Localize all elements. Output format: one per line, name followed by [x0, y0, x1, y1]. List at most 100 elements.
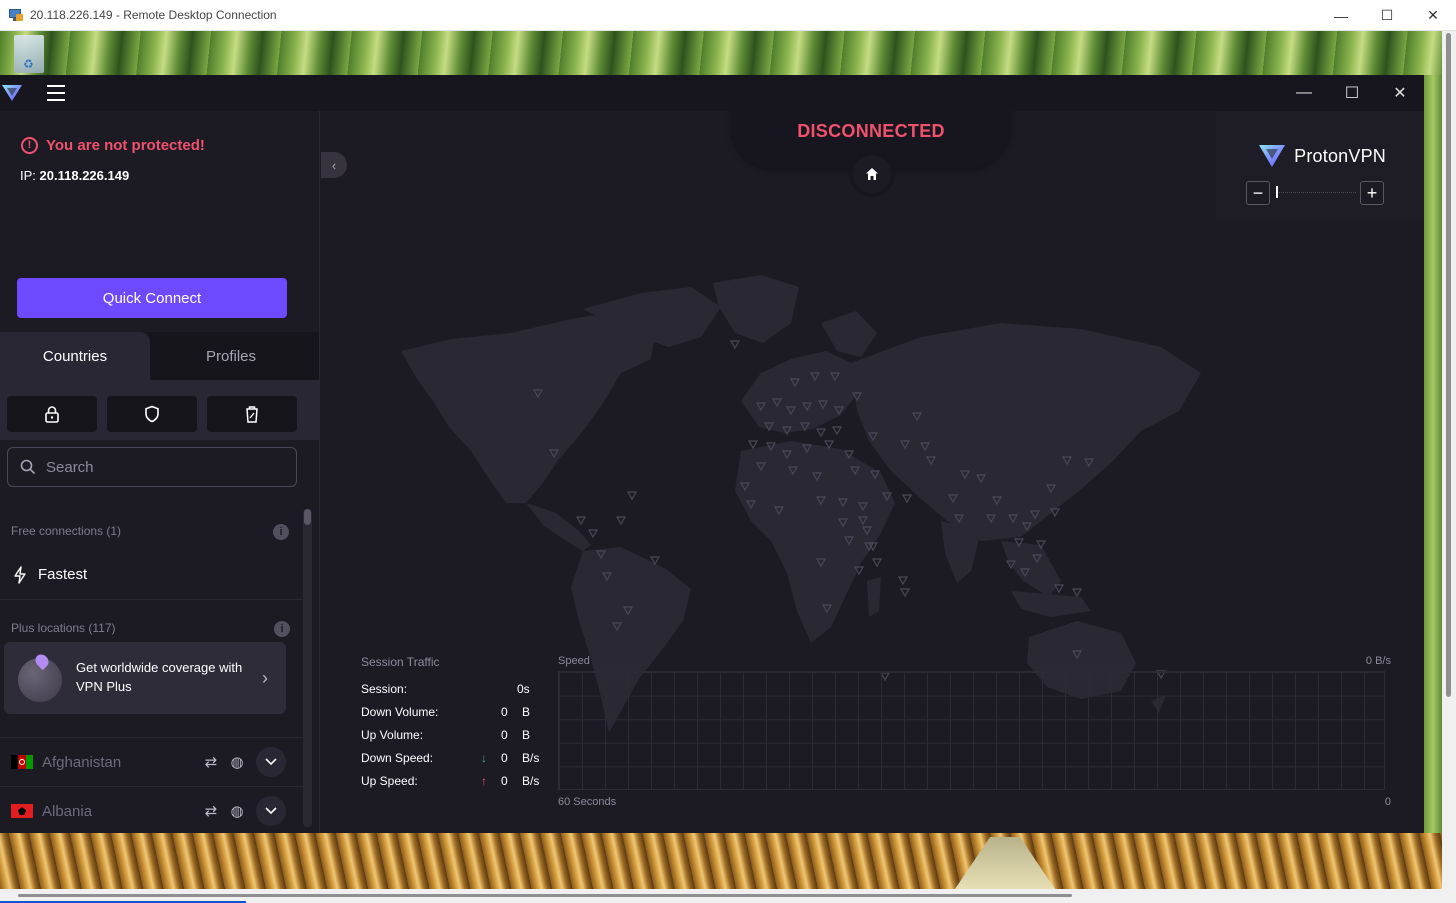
rdp-maximize-button[interactable]: ☐ [1364, 0, 1410, 31]
country-list: Free connections (1) i Fastest Plus loca… [0, 506, 319, 833]
traffic-label: Down Speed: [361, 751, 434, 765]
traffic-label: Up Speed: [361, 774, 418, 788]
wallpaper-bamboo [0, 31, 1442, 75]
traffic-value: 0 [501, 705, 508, 719]
rdp-minimize-button[interactable]: — [1318, 0, 1364, 31]
remote-desktop-icon [9, 8, 23, 22]
fastest-label: Fastest [38, 566, 88, 583]
traffic-unit: B/s [522, 751, 540, 765]
zoom-in-button[interactable]: + [1360, 181, 1384, 205]
wallpaper-grass [0, 833, 1442, 889]
trash-icon [246, 406, 258, 423]
sidebar: ! You are not protected! IP: 20.118.226.… [0, 111, 320, 833]
speed-chart-label: Speed [558, 655, 590, 667]
app-minimize-button[interactable]: — [1280, 75, 1328, 111]
protonvpn-window: — ☐ ✕ ! You are not protected! IP: 20.11… [0, 75, 1424, 833]
tor-globe-icon: ◍ [230, 803, 244, 820]
home-button[interactable] [849, 151, 895, 197]
app-close-button[interactable]: ✕ [1376, 75, 1424, 111]
secure-core-filter-button[interactable] [7, 396, 97, 432]
collapse-sidebar-button[interactable]: ‹ [321, 152, 347, 178]
warning-text: You are not protected! [46, 137, 205, 154]
ip-address: IP: 20.118.226.149 [20, 168, 129, 183]
quick-connect-button[interactable]: Quick Connect [17, 278, 287, 318]
session-traffic-title: Session Traffic [361, 655, 440, 669]
app-titlebar: — ☐ ✕ [0, 75, 1424, 111]
country-name: Afghanistan [42, 753, 122, 771]
rdp-titlebar: 20.118.226.149 - Remote Desktop Connecti… [0, 0, 1456, 31]
arrow-down-icon: ↓ [481, 751, 487, 765]
connection-status: DISCONNECTED [797, 121, 945, 141]
brand-panel: ProtonVPN − + [1216, 111, 1424, 221]
home-icon [866, 168, 878, 180]
feature-filters [0, 380, 319, 440]
fastest-server-row[interactable]: Fastest [0, 550, 303, 600]
upgrade-banner-text: Get worldwide coverage with VPN Plus [76, 660, 243, 694]
p2p-icon: ⇄ [204, 754, 218, 771]
menu-icon[interactable] [47, 85, 65, 101]
search-placeholder: Search [46, 458, 94, 476]
country-row-afghanistan[interactable]: Afghanistan ⇄ ◍ [0, 737, 303, 786]
rdp-horizontal-scrollbar[interactable] [0, 889, 1456, 903]
free-info-icon[interactable]: i [273, 524, 289, 540]
map-area: ‹ DISCONNECTED ProtonVPN − + Session Tra… [321, 111, 1424, 833]
chevron-down-icon[interactable] [256, 747, 286, 777]
traffic-label: Down Volume: [361, 705, 439, 719]
protonvpn-brand: ProtonVPN [1258, 143, 1386, 169]
netshield-filter-button[interactable] [107, 396, 197, 432]
afghanistan-flag-icon [11, 755, 33, 769]
albania-flag-icon [11, 804, 33, 818]
lightning-icon [14, 565, 26, 584]
app-maximize-button[interactable]: ☐ [1328, 75, 1376, 111]
ip-label: IP: [20, 168, 36, 183]
traffic-row-session: Session: 0s [361, 682, 561, 698]
tab-profiles[interactable]: Profiles [150, 332, 312, 380]
traffic-row-up-speed: Up Speed: ↑ 0 B/s [361, 774, 561, 790]
speed-chart-x-label: 60 Seconds [558, 796, 617, 808]
tab-countries[interactable]: Countries [0, 332, 150, 380]
ip-value: 20.118.226.149 [39, 168, 130, 183]
zoom-slider[interactable] [1276, 192, 1356, 193]
search-icon [20, 459, 36, 475]
zoom-slider-handle[interactable] [1276, 186, 1278, 198]
lock-icon [45, 406, 59, 423]
rdp-vertical-scrollbar[interactable] [1442, 31, 1456, 889]
country-row-albania[interactable]: Albania ⇄ ◍ [0, 786, 303, 833]
rdp-close-button[interactable]: ✕ [1410, 0, 1456, 31]
traffic-value: 0 [501, 728, 508, 742]
traffic-value: 0 [501, 751, 508, 765]
protonvpn-logo-icon [1259, 145, 1286, 167]
country-name: Albania [42, 802, 93, 820]
speed-chart-grid [558, 671, 1385, 790]
plus-info-icon[interactable]: i [274, 621, 290, 637]
arrow-up-icon: ↑ [481, 774, 487, 788]
traffic-unit: B/s [522, 774, 540, 788]
speed-chart-max: 0 B/s [1365, 655, 1391, 667]
p2p-filter-button[interactable] [207, 396, 297, 432]
chevron-right-icon: › [262, 668, 268, 688]
recycle-bin-icon[interactable]: ♻ [14, 35, 44, 73]
p2p-icon: ⇄ [204, 803, 218, 820]
traffic-label: Up Volume: [361, 728, 424, 742]
upgrade-banner[interactable]: Get worldwide coverage with VPN Plus › [4, 642, 286, 714]
alert-icon: ! [21, 137, 38, 154]
country-list-scrollbar[interactable] [303, 509, 312, 827]
traffic-row-up-volume: Up Volume: 0 B [361, 728, 561, 744]
session-traffic-panel: Session Traffic Session: 0s Down Volume:… [361, 651, 1391, 821]
traffic-unit: B [522, 705, 531, 719]
sidebar-tabs: Countries Profiles [0, 332, 319, 380]
traffic-unit: B [522, 728, 531, 742]
zoom-out-button[interactable]: − [1246, 181, 1270, 205]
tor-globe-icon: ◍ [230, 754, 244, 771]
traffic-row-down-speed: Down Speed: ↓ 0 B/s [361, 751, 561, 767]
protonvpn-logo-icon [2, 85, 22, 101]
traffic-value: 0 [501, 774, 508, 788]
search-input[interactable]: Search [7, 447, 297, 487]
shield-icon [145, 405, 159, 423]
chevron-down-icon[interactable] [256, 796, 286, 826]
map-zoom-control: − + [1246, 181, 1386, 205]
protection-warning: ! You are not protected! [21, 137, 205, 154]
wallpaper-bamboo-right [1424, 75, 1442, 835]
traffic-label: Session: [361, 682, 408, 696]
speed-chart-x-zero: 0 [1384, 796, 1391, 808]
